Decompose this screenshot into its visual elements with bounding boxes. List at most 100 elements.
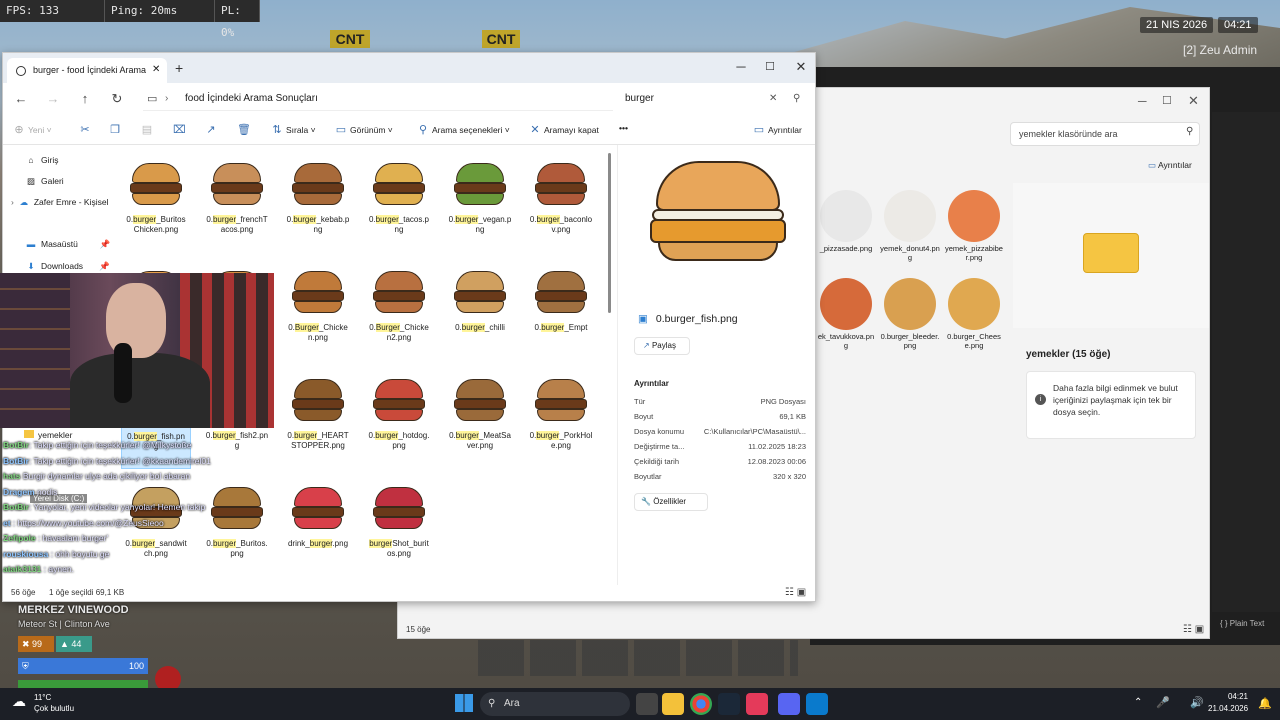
steam-icon[interactable] xyxy=(718,693,740,715)
clear-search-icon[interactable]: ✕ xyxy=(769,87,777,111)
more-button[interactable]: ••• xyxy=(619,123,628,133)
search-highlight: burger xyxy=(293,215,317,224)
share-button[interactable]: ↗ xyxy=(205,123,220,136)
file-item[interactable]: 0.Burger_Chicken2.png xyxy=(364,257,434,361)
details-key: Boyut xyxy=(634,412,654,421)
clock-time[interactable]: 04:21 xyxy=(1212,692,1248,701)
maximize-button[interactable]: ☐ xyxy=(756,57,784,77)
file-item[interactable]: _pizzasade.png xyxy=(816,188,876,270)
weather-icon: ☁ xyxy=(12,693,26,709)
properties-label: Özellikler xyxy=(653,497,687,506)
forward-button[interactable]: → xyxy=(43,89,63,109)
clock-date[interactable]: 21.04.2026 xyxy=(1208,704,1248,713)
start-icon[interactable] xyxy=(455,694,473,712)
search-input[interactable]: yemekler klasöründe ara xyxy=(1010,122,1200,146)
app-icon[interactable] xyxy=(746,693,768,715)
file-item[interactable]: 0.Burger_Chicken.png xyxy=(283,257,353,361)
properties-button[interactable]: 🔧 Özellikler xyxy=(634,493,708,511)
close-search-button[interactable]: ✕ Aramayı kapat xyxy=(529,123,598,136)
search-highlight: burger xyxy=(375,431,399,440)
nav-item-home[interactable]: ⌂ Giriş xyxy=(25,155,58,165)
share-button[interactable]: ↗ Paylaş xyxy=(634,337,690,355)
paste-button[interactable]: ▤ xyxy=(141,123,156,136)
details-button[interactable]: ▭ Ayrıntılar xyxy=(753,123,802,136)
file-item[interactable]: 0.burger_tacos.png xyxy=(364,149,434,253)
details-key: Boyutlar xyxy=(634,472,662,481)
search-icon[interactable]: ⚲ xyxy=(793,87,800,111)
details-button[interactable]: ▭ Ayrıntılar xyxy=(1148,160,1192,171)
up-button[interactable]: ↑ xyxy=(75,89,95,109)
taskbar-search[interactable]: ⚲ Ara xyxy=(480,692,630,716)
file-name-suffix: _Empt xyxy=(564,323,588,332)
tab-search[interactable]: burger - food İçindeki Arama ✕ xyxy=(7,58,167,83)
details-row: Değiştirme ta... 11.02.2025 18:23 xyxy=(634,442,806,451)
file-item[interactable]: 0.burger_hotdog.png xyxy=(364,365,434,469)
cut-button[interactable]: ✂ xyxy=(79,123,94,136)
details-row: Tür PNG Dosyası xyxy=(634,397,806,406)
microphone-icon[interactable]: 🎤 xyxy=(1156,696,1170,709)
chat-message: et : https://www.youtube.com/@ZeusSieoo xyxy=(3,518,303,528)
copy-button[interactable]: ❐ xyxy=(109,123,124,136)
file-thumbnail xyxy=(288,261,348,321)
scrollbar[interactable] xyxy=(608,153,611,313)
file-item[interactable]: 0.burger_HEARTSTOPPER.png xyxy=(283,365,353,469)
minimize-button[interactable]: ─ xyxy=(727,57,755,77)
address-bar[interactable]: ▭ › food İçindeki Arama Sonuçları xyxy=(143,87,613,111)
file-name: 0.burger_bleeder.png xyxy=(880,332,940,350)
add-tab-button[interactable]: + xyxy=(175,60,183,76)
file-item[interactable]: 0.burger_bleeder.png xyxy=(880,276,940,358)
file-item[interactable]: yemek_pizzabiber.png xyxy=(944,188,1004,270)
nav-item-downloads[interactable]: ⬇ Downloads 📌 xyxy=(25,261,109,272)
file-item[interactable]: 0.burger_BuritosChicken.png xyxy=(121,149,191,253)
file-explorer-icon[interactable] xyxy=(662,693,684,715)
chrome-icon[interactable] xyxy=(690,693,712,715)
refresh-button[interactable]: ↻ xyxy=(107,89,127,109)
nav-item-yemekler[interactable]: yemekler xyxy=(24,430,72,440)
sort-button[interactable]: ⇅ Sırala ˅ xyxy=(271,123,315,136)
nav-item-desktop[interactable]: ▬ Masaüstü 📌 xyxy=(25,239,111,250)
maximize-button[interactable]: ☐ xyxy=(1162,94,1172,107)
minimize-button[interactable]: ─ xyxy=(1138,94,1147,108)
file-item[interactable]: 0.burger_frenchTacos.png xyxy=(202,149,272,253)
close-button[interactable]: ✕ xyxy=(787,57,815,77)
discord-icon[interactable] xyxy=(778,693,800,715)
nav-item-gallery[interactable]: ▨ Galeri xyxy=(25,176,64,187)
language-mode[interactable]: Plain Text xyxy=(1230,619,1265,628)
chat-message: ataik3131 : aynen. xyxy=(3,564,303,574)
notification-icon[interactable]: 🔔 xyxy=(1258,697,1272,710)
file-item[interactable]: 0.burger_PorkHole.png xyxy=(526,365,596,469)
share-icon: ↗ xyxy=(206,124,216,136)
file-item[interactable]: burgerShot_buritos.png xyxy=(364,473,434,577)
search-options-button[interactable]: ⚲ Arama seçenekleri ˅ xyxy=(417,123,510,136)
file-name-suffix: _chilli xyxy=(484,323,505,332)
view-toggle-icon[interactable]: ☷ ▣ xyxy=(1183,624,1204,635)
wrench-icon: 🔧 xyxy=(641,497,654,506)
file-item[interactable]: ek_tavukkova.png xyxy=(816,276,876,358)
file-item[interactable]: 0.burger_Cheese.png xyxy=(944,276,1004,358)
file-item[interactable]: 0.burger_vegan.png xyxy=(445,149,515,253)
file-item[interactable]: 0.burger_chilli xyxy=(445,257,515,361)
volume-icon[interactable]: 🔊 xyxy=(1190,696,1204,709)
rename-button[interactable]: ⌧ xyxy=(173,123,188,136)
file-item[interactable]: 0.burger_kebab.png xyxy=(283,149,353,253)
view-button[interactable]: ▭ Görünüm ˅ xyxy=(335,123,393,136)
close-tab-icon[interactable]: ✕ xyxy=(152,58,160,82)
file-item[interactable]: yemek_donut4.png xyxy=(880,188,940,270)
shield-icon: ⛨ xyxy=(22,661,29,671)
details-icon: ▭ xyxy=(1148,160,1158,170)
back-button[interactable]: ← xyxy=(11,89,31,109)
nav-item-personal[interactable]: › ☁ Zafer Emre - Kişisel xyxy=(11,197,108,208)
delete-button[interactable]: 🗑 xyxy=(237,123,252,136)
task-view-icon[interactable] xyxy=(636,693,658,715)
copy-icon: ❐ xyxy=(110,124,120,136)
file-item[interactable]: 0.burger_Empt xyxy=(526,257,596,361)
vscode-icon[interactable] xyxy=(806,693,828,715)
view-toggle-icon[interactable]: ☷ ▣ xyxy=(785,585,806,601)
file-item[interactable]: 0.burger_MeatSaver.png xyxy=(445,365,515,469)
new-button[interactable]: ⊕ Yeni ˅ xyxy=(13,123,51,136)
search-input[interactable]: burger ✕ ⚲ xyxy=(621,87,811,111)
nav-label: yemekler xyxy=(38,430,73,440)
tray-chevron-icon[interactable]: ⌃ xyxy=(1134,697,1142,708)
close-button[interactable]: ✕ xyxy=(1188,93,1199,109)
file-item[interactable]: 0.burger_baconlov.png xyxy=(526,149,596,253)
